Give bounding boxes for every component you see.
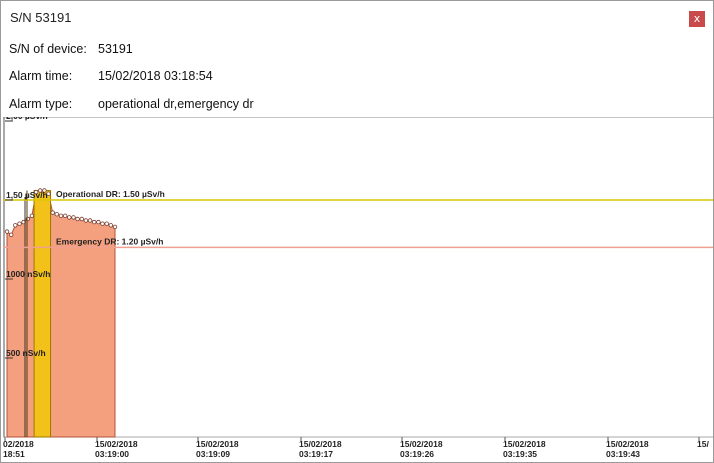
threshold-label-0: Operational DR: 1.50 µSv/h <box>56 189 165 199</box>
dose-rate-chart[interactable]: Operational DR: 1.50 µSv/h Emergency DR: … <box>3 117 713 461</box>
data-point-0 <box>4 229 10 234</box>
x-tick-time-4: 03:19:26 <box>400 449 434 459</box>
x-tick-date-6: 15/02/2018 <box>606 439 649 449</box>
x-tick-date-3: 15/02/2018 <box>299 439 342 449</box>
serial-label: S/N of device: <box>9 42 87 56</box>
y-tick-label-1: 1,50 µSv/h <box>6 190 48 200</box>
x-tick-date-0: 02/2018 <box>3 439 34 449</box>
x-tick-date-7: 15/ <box>697 439 709 449</box>
x-tick-time-3: 03:19:17 <box>299 449 333 459</box>
data-point-17 <box>75 216 80 222</box>
data-point-6 <box>29 213 35 218</box>
alarm-type-label: Alarm type: <box>9 97 73 111</box>
data-point-23 <box>100 221 105 226</box>
data-point-24 <box>104 221 109 226</box>
data-point-26 <box>112 224 118 230</box>
data-point-11 <box>50 210 55 215</box>
data-point-19 <box>83 218 89 223</box>
data-point-18 <box>79 216 84 222</box>
x-tick-time-6: 03:19:43 <box>606 449 640 459</box>
data-point-20 <box>87 218 93 223</box>
window-title: S/N 53191 <box>10 10 72 25</box>
chart-canvas: Operational DR: 1.50 µSv/h Emergency DR: … <box>3 117 713 459</box>
serial-row: S/N of device: 53191 <box>9 42 133 56</box>
alarm-time-label: Alarm time: <box>9 69 73 83</box>
data-point-2 <box>13 223 18 228</box>
x-tick-date-4: 15/02/2018 <box>400 439 443 449</box>
data-point-21 <box>91 219 97 225</box>
x-tick-time-0: 18:51 <box>3 449 25 459</box>
serial-value: 53191 <box>98 42 133 56</box>
x-tick-time-2: 03:19:09 <box>196 449 230 459</box>
alarm-type-row: Alarm type: operational dr,emergency dr <box>9 97 254 111</box>
title-bar: S/N 53191 x <box>1 1 713 35</box>
x-tick-time-5: 03:19:35 <box>503 449 537 459</box>
data-point-3 <box>17 221 22 226</box>
alarm-type-value: operational dr,emergency dr <box>98 97 254 111</box>
alarm-highlight-bar <box>33 190 52 438</box>
alarm-time-row: Alarm time: 15/02/2018 03:18:54 <box>9 69 213 83</box>
y-tick-label-3: 500 nSv/h <box>6 348 46 358</box>
data-point-1 <box>8 232 14 237</box>
close-button[interactable]: x <box>689 11 705 27</box>
data-point-25 <box>108 223 113 228</box>
x-tick-date-2: 15/02/2018 <box>196 439 239 449</box>
data-point-22 <box>96 219 101 225</box>
alarm-time-value: 15/02/2018 03:18:54 <box>98 69 213 83</box>
data-point-14 <box>63 213 68 218</box>
data-point-12 <box>54 211 59 217</box>
dose-rate-area <box>6 190 116 438</box>
x-tick-date-1: 15/02/2018 <box>95 439 138 449</box>
alarm-details-window: S/N 53191 x S/N of device: 53191 Alarm t… <box>0 0 714 463</box>
data-point-16 <box>71 215 76 220</box>
y-tick-label-2: 1000 nSv/h <box>6 269 50 279</box>
y-tick-label-0: 2,00 µSv/h <box>6 117 48 121</box>
threshold-label-1: Emergency DR: 1.20 µSv/h <box>56 236 163 246</box>
x-tick-date-5: 15/02/2018 <box>503 439 546 449</box>
data-point-13 <box>58 213 64 218</box>
x-tick-time-1: 03:19:00 <box>95 449 129 459</box>
data-point-15 <box>67 215 72 220</box>
